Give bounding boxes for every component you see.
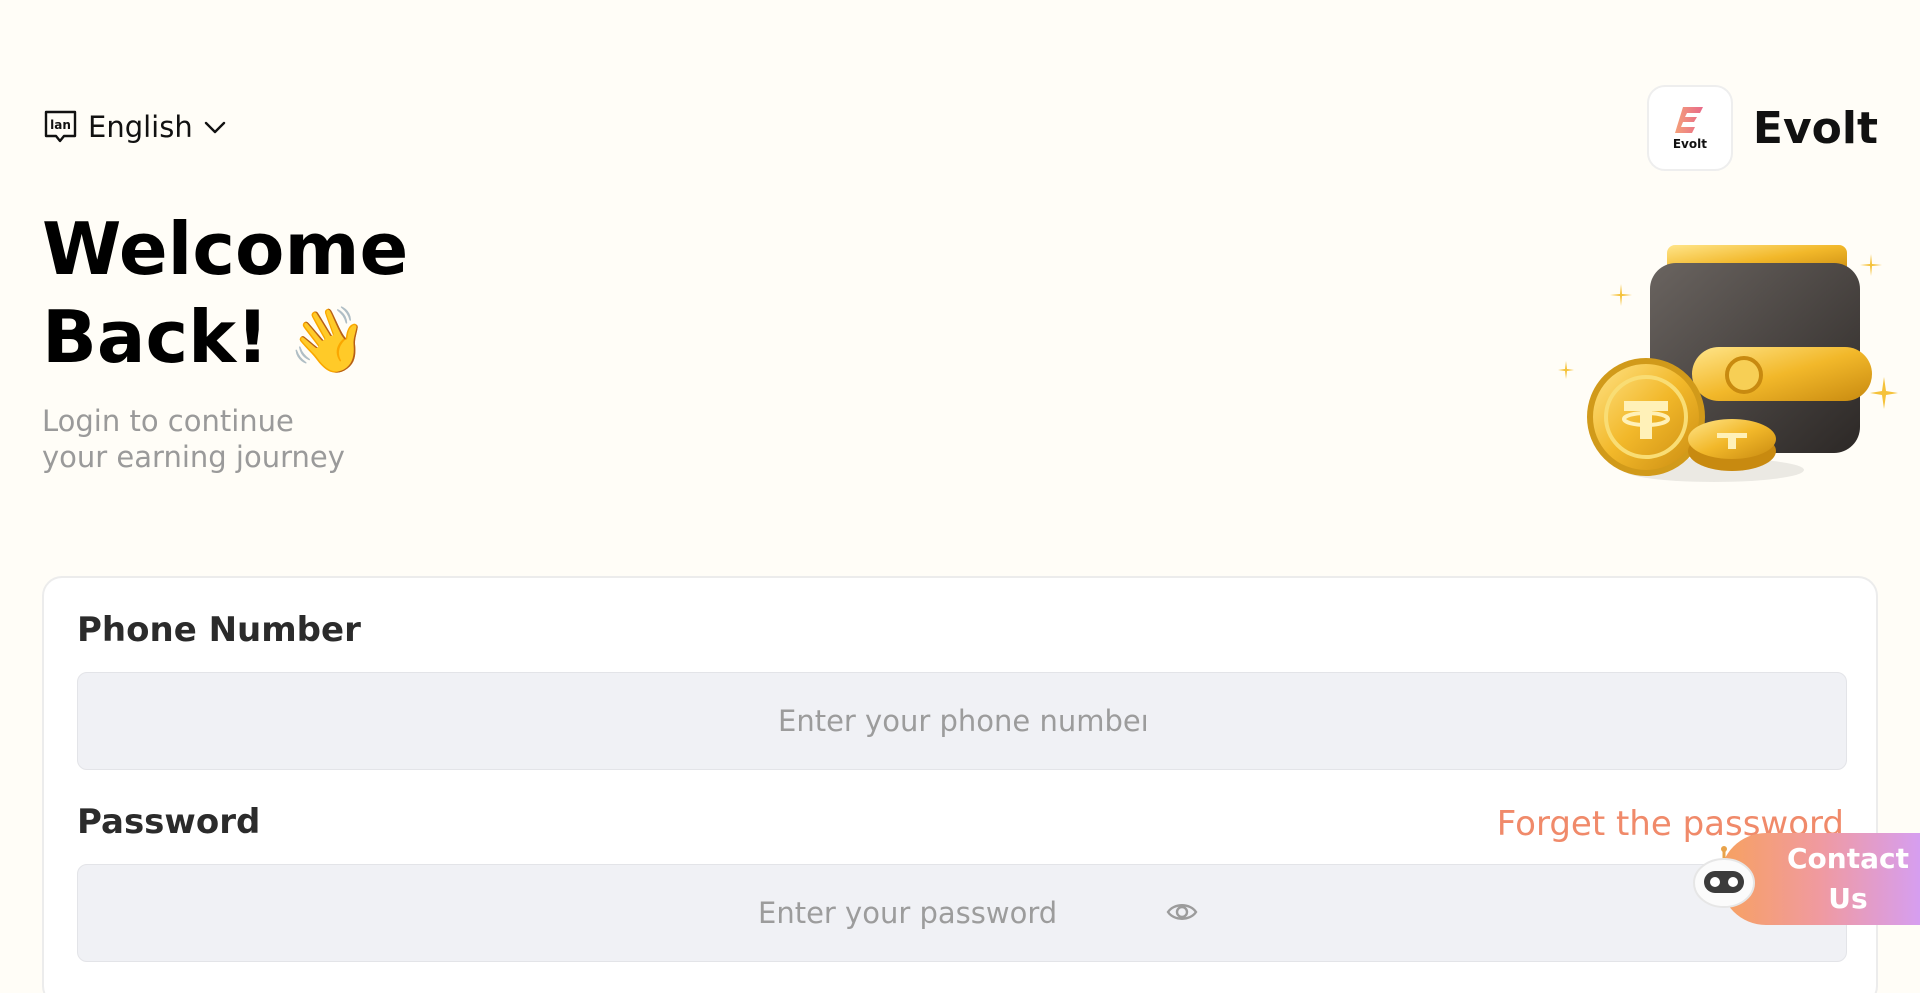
brand: Evolt Evolt — [1646, 85, 1878, 171]
brand-logo-text: Evolt — [1672, 137, 1707, 151]
language-icon: lan — [43, 109, 78, 145]
title-line-1: Welcome — [42, 207, 409, 291]
password-placeholder: Enter your password — [758, 896, 1058, 930]
brand-name: Evolt — [1752, 102, 1878, 154]
contact-line-1: Contact — [1787, 842, 1909, 875]
language-label: English — [88, 110, 193, 144]
password-input[interactable]: Enter your password — [77, 864, 1847, 962]
robot-icon — [1693, 846, 1755, 908]
evolt-logo-icon — [1674, 107, 1703, 133]
contact-us-button[interactable]: Contact Us — [1690, 833, 1920, 925]
subtitle-line-2: your earning journey — [42, 440, 345, 474]
page-subtitle: Login to continue your earning journey — [42, 403, 345, 475]
subtitle-line-1: Login to continue — [42, 404, 294, 438]
chevron-down-icon — [203, 118, 227, 136]
page-title: Welcome Back! 👋 — [42, 205, 408, 385]
title-line-2: Back! 👋 — [42, 293, 408, 385]
phone-placeholder: Enter your phone number — [778, 704, 1146, 738]
waving-hand-icon: 👋 — [288, 304, 369, 378]
contact-line-2: Us — [1828, 882, 1868, 915]
title-line-2-text: Back! — [42, 295, 269, 379]
svg-text:lan: lan — [50, 118, 71, 132]
wallet-coins-illustration — [1558, 245, 1898, 482]
show-password-eye-icon[interactable] — [1166, 899, 1198, 925]
brand-logo: Evolt — [1646, 85, 1733, 171]
phone-input[interactable]: Enter your phone number — [77, 672, 1847, 770]
phone-label: Phone Number — [77, 610, 361, 650]
language-selector[interactable]: lan English — [43, 109, 227, 145]
login-form-card: Phone Number Enter your phone number Pas… — [42, 576, 1878, 993]
password-label: Password — [77, 802, 261, 842]
